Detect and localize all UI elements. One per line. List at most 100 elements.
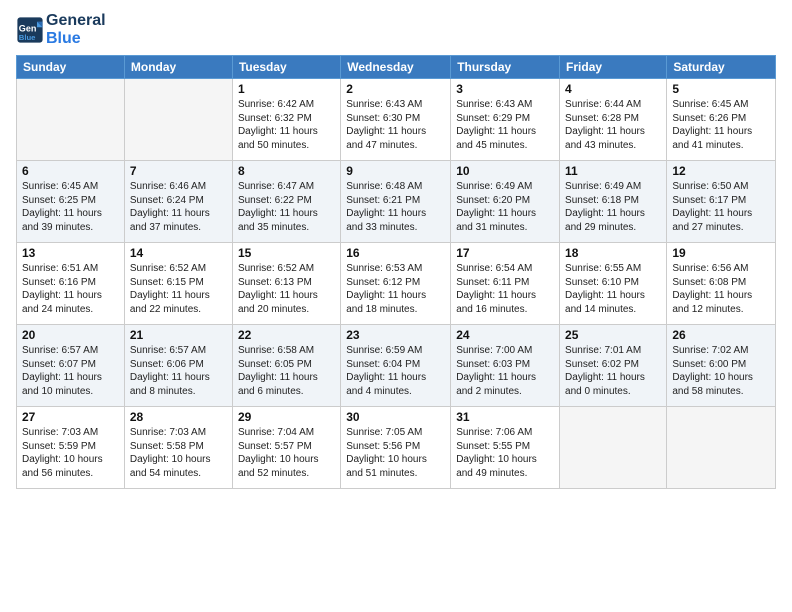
day-number: 23 bbox=[346, 328, 445, 342]
day-number: 2 bbox=[346, 82, 445, 96]
week-row-5: 27Sunrise: 7:03 AM Sunset: 5:59 PM Dayli… bbox=[17, 407, 776, 489]
weekday-saturday: Saturday bbox=[667, 56, 776, 79]
day-number: 8 bbox=[238, 164, 335, 178]
calendar-cell bbox=[667, 407, 776, 489]
day-info: Sunrise: 6:52 AM Sunset: 6:13 PM Dayligh… bbox=[238, 262, 335, 316]
day-number: 5 bbox=[672, 82, 770, 96]
calendar-cell bbox=[124, 79, 232, 161]
calendar-cell: 28Sunrise: 7:03 AM Sunset: 5:58 PM Dayli… bbox=[124, 407, 232, 489]
day-info: Sunrise: 6:47 AM Sunset: 6:22 PM Dayligh… bbox=[238, 180, 335, 234]
calendar-cell bbox=[560, 407, 667, 489]
day-info: Sunrise: 6:55 AM Sunset: 6:10 PM Dayligh… bbox=[565, 262, 661, 316]
calendar-cell: 4Sunrise: 6:44 AM Sunset: 6:28 PM Daylig… bbox=[560, 79, 667, 161]
calendar-cell: 5 Sunrise: 6:45 AM Sunset: 6:26 PM Daylig… bbox=[667, 79, 776, 161]
svg-text:Gen: Gen bbox=[19, 23, 37, 33]
day-number: 13 bbox=[22, 246, 119, 260]
day-info: Sunrise: 6:50 AM Sunset: 6:17 PM Dayligh… bbox=[672, 180, 770, 234]
day-info: Sunrise: 6:56 AM Sunset: 6:08 PM Dayligh… bbox=[672, 262, 770, 316]
day-number: 12 bbox=[672, 164, 770, 178]
day-info: Sunrise: 6:58 AM Sunset: 6:05 PM Dayligh… bbox=[238, 344, 335, 398]
day-info: Sunrise: 6:45 AM Sunset: 6:25 PM Dayligh… bbox=[22, 180, 119, 234]
calendar-cell: 26 Sunrise: 7:02 AM Sunset: 6:00 PM Dayli… bbox=[667, 325, 776, 407]
weekday-thursday: Thursday bbox=[451, 56, 560, 79]
calendar-cell: 21 Sunrise: 6:57 AM Sunset: 6:06 PM Dayli… bbox=[124, 325, 232, 407]
weekday-wednesday: Wednesday bbox=[341, 56, 451, 79]
day-number: 21 bbox=[130, 328, 227, 342]
svg-text:Blue: Blue bbox=[19, 32, 36, 41]
day-info: Sunrise: 6:43 AM Sunset: 6:29 PM Dayligh… bbox=[456, 98, 554, 152]
day-number: 20 bbox=[22, 328, 119, 342]
day-info: Sunrise: 7:00 AM Sunset: 6:03 PM Dayligh… bbox=[456, 344, 554, 398]
calendar-cell: 2 Sunrise: 6:43 AM Sunset: 6:30 PM Daylig… bbox=[341, 79, 451, 161]
day-info: Sunrise: 7:06 AM Sunset: 5:55 PM Dayligh… bbox=[456, 426, 554, 480]
day-number: 19 bbox=[672, 246, 770, 260]
day-number: 16 bbox=[346, 246, 445, 260]
calendar-cell: 23 Sunrise: 6:59 AM Sunset: 6:04 PM Dayli… bbox=[341, 325, 451, 407]
calendar-cell: 9 Sunrise: 6:48 AM Sunset: 6:21 PM Daylig… bbox=[341, 161, 451, 243]
calendar-cell: 22 Sunrise: 6:58 AM Sunset: 6:05 PM Dayli… bbox=[232, 325, 340, 407]
header: Gen Blue General Blue bbox=[16, 12, 776, 47]
calendar-cell: 8 Sunrise: 6:47 AM Sunset: 6:22 PM Daylig… bbox=[232, 161, 340, 243]
day-info: Sunrise: 6:49 AM Sunset: 6:18 PM Dayligh… bbox=[565, 180, 661, 234]
weekday-sunday: Sunday bbox=[17, 56, 125, 79]
weekday-tuesday: Tuesday bbox=[232, 56, 340, 79]
logo-text: General Blue bbox=[46, 12, 106, 47]
day-info: Sunrise: 6:42 AM Sunset: 6:32 PM Dayligh… bbox=[238, 98, 335, 152]
calendar-cell: 24 Sunrise: 7:00 AM Sunset: 6:03 PM Dayli… bbox=[451, 325, 560, 407]
day-info: Sunrise: 6:45 AM Sunset: 6:26 PM Dayligh… bbox=[672, 98, 770, 152]
day-number: 17 bbox=[456, 246, 554, 260]
day-number: 22 bbox=[238, 328, 335, 342]
day-number: 11 bbox=[565, 164, 661, 178]
calendar-cell bbox=[17, 79, 125, 161]
day-info: Sunrise: 6:57 AM Sunset: 6:06 PM Dayligh… bbox=[130, 344, 227, 398]
day-number: 7 bbox=[130, 164, 227, 178]
day-number: 24 bbox=[456, 328, 554, 342]
day-number: 10 bbox=[456, 164, 554, 178]
calendar-cell: 30 Sunrise: 7:05 AM Sunset: 5:56 PM Dayli… bbox=[341, 407, 451, 489]
day-info: Sunrise: 6:59 AM Sunset: 6:04 PM Dayligh… bbox=[346, 344, 445, 398]
day-number: 29 bbox=[238, 410, 335, 424]
calendar-cell: 11 Sunrise: 6:49 AM Sunset: 6:18 PM Dayli… bbox=[560, 161, 667, 243]
day-info: Sunrise: 6:52 AM Sunset: 6:15 PM Dayligh… bbox=[130, 262, 227, 316]
calendar-cell: 6Sunrise: 6:45 AM Sunset: 6:25 PM Daylig… bbox=[17, 161, 125, 243]
week-row-1: 1 Sunrise: 6:42 AM Sunset: 6:32 PM Daylig… bbox=[17, 79, 776, 161]
day-number: 9 bbox=[346, 164, 445, 178]
calendar-cell: 31 Sunrise: 7:06 AM Sunset: 5:55 PM Dayli… bbox=[451, 407, 560, 489]
day-info: Sunrise: 6:43 AM Sunset: 6:30 PM Dayligh… bbox=[346, 98, 445, 152]
day-number: 4 bbox=[565, 82, 661, 96]
logo-icon: Gen Blue bbox=[16, 16, 44, 44]
day-info: Sunrise: 7:03 AM Sunset: 5:58 PM Dayligh… bbox=[130, 426, 227, 480]
calendar-cell: 20 Sunrise: 6:57 AM Sunset: 6:07 PM Dayli… bbox=[17, 325, 125, 407]
day-number: 1 bbox=[238, 82, 335, 96]
day-info: Sunrise: 6:48 AM Sunset: 6:21 PM Dayligh… bbox=[346, 180, 445, 234]
day-number: 26 bbox=[672, 328, 770, 342]
day-info: Sunrise: 7:04 AM Sunset: 5:57 PM Dayligh… bbox=[238, 426, 335, 480]
day-number: 27 bbox=[22, 410, 119, 424]
week-row-2: 6Sunrise: 6:45 AM Sunset: 6:25 PM Daylig… bbox=[17, 161, 776, 243]
day-info: Sunrise: 6:53 AM Sunset: 6:12 PM Dayligh… bbox=[346, 262, 445, 316]
day-number: 31 bbox=[456, 410, 554, 424]
day-info: Sunrise: 7:02 AM Sunset: 6:00 PM Dayligh… bbox=[672, 344, 770, 398]
day-number: 15 bbox=[238, 246, 335, 260]
day-info: Sunrise: 6:51 AM Sunset: 6:16 PM Dayligh… bbox=[22, 262, 119, 316]
day-number: 30 bbox=[346, 410, 445, 424]
weekday-header-row: SundayMondayTuesdayWednesdayThursdayFrid… bbox=[17, 56, 776, 79]
logo: Gen Blue General Blue bbox=[16, 12, 106, 47]
calendar-cell: 29 Sunrise: 7:04 AM Sunset: 5:57 PM Dayli… bbox=[232, 407, 340, 489]
calendar-cell: 3 Sunrise: 6:43 AM Sunset: 6:29 PM Daylig… bbox=[451, 79, 560, 161]
weekday-monday: Monday bbox=[124, 56, 232, 79]
calendar-cell: 1 Sunrise: 6:42 AM Sunset: 6:32 PM Daylig… bbox=[232, 79, 340, 161]
calendar-cell: 7 Sunrise: 6:46 AM Sunset: 6:24 PM Daylig… bbox=[124, 161, 232, 243]
calendar-cell: 16 Sunrise: 6:53 AM Sunset: 6:12 PM Dayli… bbox=[341, 243, 451, 325]
day-info: Sunrise: 6:54 AM Sunset: 6:11 PM Dayligh… bbox=[456, 262, 554, 316]
day-info: Sunrise: 6:57 AM Sunset: 6:07 PM Dayligh… bbox=[22, 344, 119, 398]
calendar-cell: 17 Sunrise: 6:54 AM Sunset: 6:11 PM Dayli… bbox=[451, 243, 560, 325]
day-number: 25 bbox=[565, 328, 661, 342]
day-info: Sunrise: 7:05 AM Sunset: 5:56 PM Dayligh… bbox=[346, 426, 445, 480]
calendar-cell: 12 Sunrise: 6:50 AM Sunset: 6:17 PM Dayli… bbox=[667, 161, 776, 243]
day-number: 3 bbox=[456, 82, 554, 96]
calendar-cell: 18Sunrise: 6:55 AM Sunset: 6:10 PM Dayli… bbox=[560, 243, 667, 325]
day-info: Sunrise: 6:46 AM Sunset: 6:24 PM Dayligh… bbox=[130, 180, 227, 234]
day-number: 14 bbox=[130, 246, 227, 260]
calendar-cell: 19 Sunrise: 6:56 AM Sunset: 6:08 PM Dayli… bbox=[667, 243, 776, 325]
